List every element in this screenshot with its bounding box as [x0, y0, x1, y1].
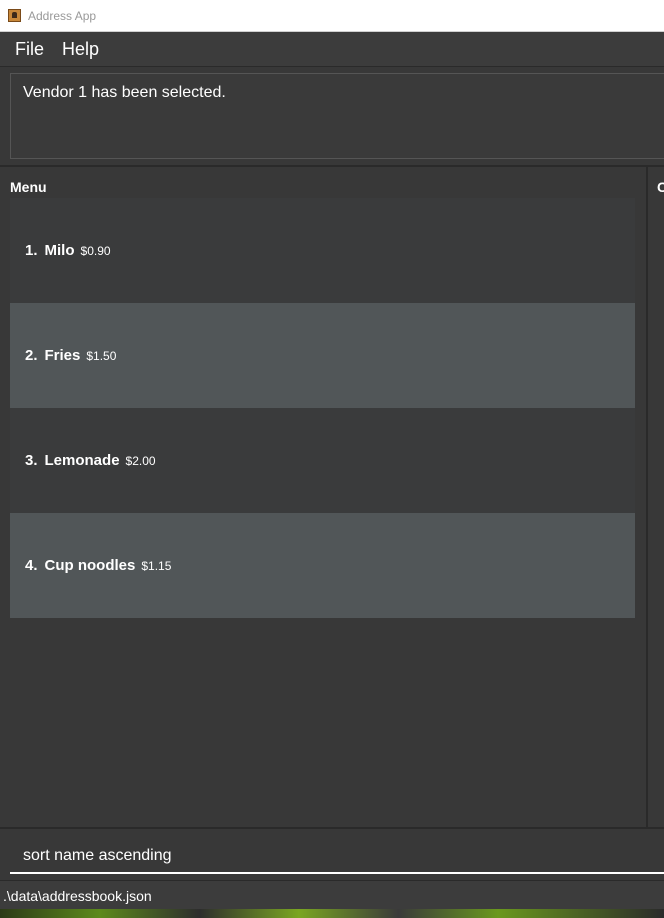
save-location: .\data\addressbook.json: [3, 887, 152, 904]
list-item[interactable]: 1. Milo $0.90: [10, 198, 635, 303]
title-bar: Address App: [0, 0, 664, 32]
item-name: Milo: [44, 242, 75, 259]
item-index: 1.: [25, 242, 38, 259]
item-price: $0.90: [80, 243, 111, 258]
command-input[interactable]: [10, 840, 664, 874]
list-item[interactable]: 4. Cup noodles $1.15: [10, 513, 635, 618]
item-name: Fries: [44, 347, 81, 364]
list-item[interactable]: 3. Lemonade $2.00: [10, 408, 635, 513]
item-price: $2.00: [125, 453, 156, 468]
item-name: Cup noodles: [44, 557, 136, 574]
window-title: Address App: [28, 8, 97, 23]
menu-file[interactable]: File: [15, 39, 44, 60]
result-message: Vendor 1 has been selected.: [23, 84, 226, 101]
item-index: 3.: [25, 452, 38, 469]
right-panel: C: [648, 167, 664, 827]
menu-item-list: 1. Milo $0.90 2. Fries $1.50 3. Lemonade…: [10, 198, 635, 618]
menu-panel: Menu 1. Milo $0.90 2. Fries $1.50 3. Lem…: [0, 167, 646, 827]
app-icon: [8, 9, 21, 22]
item-name: Lemonade: [44, 452, 120, 469]
item-price: $1.15: [141, 558, 172, 573]
list-item[interactable]: 2. Fries $1.50: [10, 303, 635, 408]
result-display: Vendor 1 has been selected.: [10, 73, 664, 159]
menu-bar: File Help: [0, 32, 664, 67]
desktop-background: [0, 909, 664, 918]
menu-help[interactable]: Help: [62, 39, 99, 60]
panel-title: Menu: [10, 179, 47, 195]
command-box: [0, 827, 664, 879]
item-price: $1.50: [86, 348, 117, 363]
item-index: 2.: [25, 347, 38, 364]
status-bar: .\data\addressbook.json: [0, 880, 664, 910]
item-index: 4.: [25, 557, 38, 574]
right-panel-title: C: [657, 179, 664, 195]
